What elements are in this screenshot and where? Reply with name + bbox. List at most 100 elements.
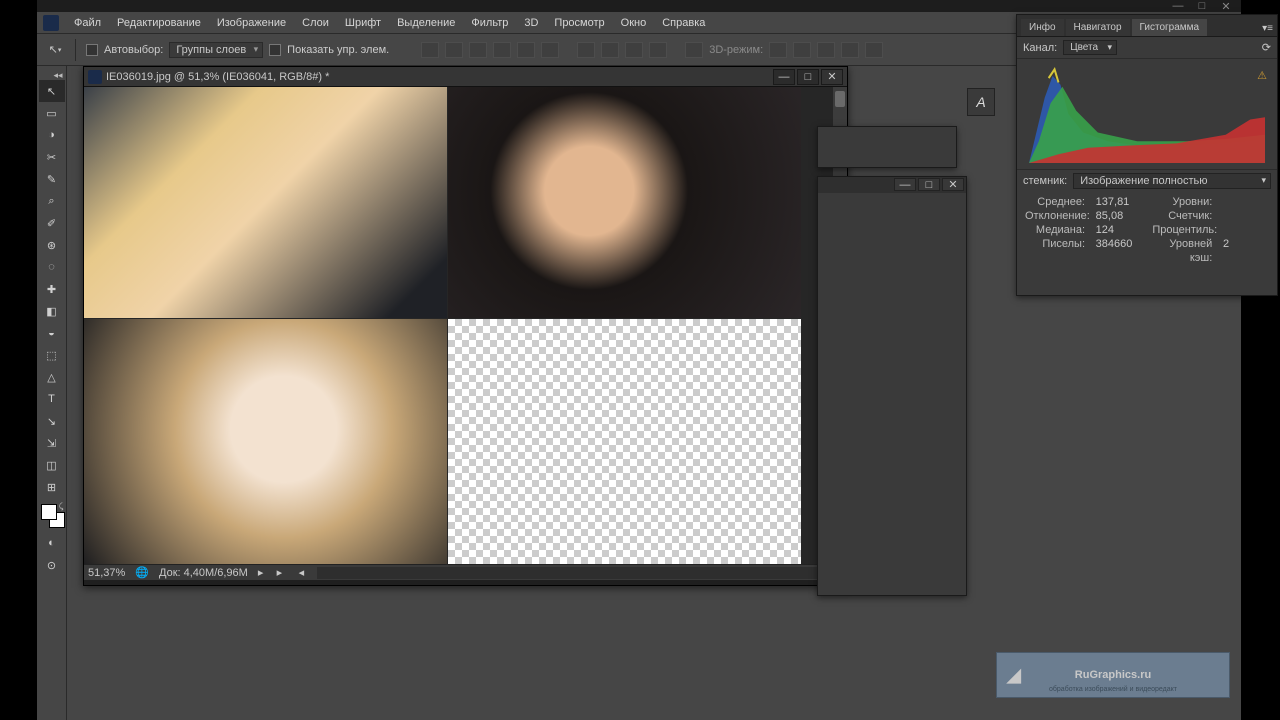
app-logo-icon xyxy=(43,15,59,31)
tool-stamp[interactable]: ⊛ xyxy=(39,234,65,256)
distribute-top-icon[interactable] xyxy=(577,42,595,58)
tool-shape[interactable]: ⇲ xyxy=(39,432,65,454)
distribute-left-icon[interactable] xyxy=(649,42,667,58)
doc-minimize-button[interactable]: — xyxy=(773,69,795,85)
tool-gradient[interactable]: ◧ xyxy=(39,300,65,322)
menu-layer[interactable]: Слои xyxy=(295,15,336,31)
tool-blur[interactable]: ◒ xyxy=(39,322,65,344)
menu-edit[interactable]: Редактирование xyxy=(110,15,208,31)
menu-filter[interactable]: Фильтр xyxy=(464,15,515,31)
tool-brush[interactable]: ✐ xyxy=(39,212,65,234)
menu-3d[interactable]: 3D xyxy=(517,15,545,31)
menu-window[interactable]: Окно xyxy=(614,15,654,31)
align-vcenter-icon[interactable] xyxy=(445,42,463,58)
show-transform-checkbox[interactable] xyxy=(269,44,281,56)
tool-heal[interactable]: ⌕ xyxy=(39,190,65,212)
panel-max-icon[interactable]: □ xyxy=(918,178,940,191)
3d-zoom-icon[interactable] xyxy=(865,42,883,58)
canvas[interactable] xyxy=(84,87,847,564)
swap-colors-icon[interactable]: ⤹ xyxy=(59,502,64,512)
document-status-bar: 51,37% 🌐 Док: 4,40M/6,96M ▸ ▸ ◂ ▸ xyxy=(84,564,847,580)
foreground-color[interactable] xyxy=(41,504,57,520)
app-maximize-button[interactable]: □ xyxy=(1195,1,1209,11)
channel-dropdown[interactable]: Цвета xyxy=(1063,40,1117,55)
tool-move[interactable]: ↖ xyxy=(39,80,65,102)
tab-histogram[interactable]: Гистограмма xyxy=(1132,19,1208,36)
tool-hand[interactable]: ◫ xyxy=(39,454,65,476)
3d-roll-icon[interactable] xyxy=(793,42,811,58)
tool-lasso[interactable]: ◑ xyxy=(39,124,65,146)
hscroll-left-icon[interactable]: ▸ xyxy=(273,566,285,579)
3d-orbit-icon[interactable] xyxy=(769,42,787,58)
tool-crop[interactable]: ✂ xyxy=(39,146,65,168)
tool-eraser[interactable]: ✚ xyxy=(39,278,65,300)
zoom-value[interactable]: 51,37% xyxy=(88,567,125,579)
menu-type[interactable]: Шрифт xyxy=(338,15,388,31)
hscroll-play-icon[interactable]: ◂ xyxy=(295,566,307,579)
image-quadrant-1 xyxy=(84,87,447,318)
tool-screenmode[interactable]: ⊙ xyxy=(39,554,65,576)
tool-zoom[interactable]: ⊞ xyxy=(39,476,65,498)
panel-min-icon[interactable]: — xyxy=(894,178,916,191)
refresh-icon[interactable]: ⟳ xyxy=(1262,41,1271,54)
menu-select[interactable]: Выделение xyxy=(390,15,462,31)
align-bottom-icon[interactable] xyxy=(469,42,487,58)
doc-close-button[interactable]: ✕ xyxy=(821,69,843,85)
distribute-vcenter-icon[interactable] xyxy=(601,42,619,58)
panel-close-icon[interactable]: ✕ xyxy=(942,178,964,191)
tool-path[interactable]: ↘ xyxy=(39,410,65,432)
3d-pan-icon[interactable] xyxy=(817,42,835,58)
image-quadrant-2 xyxy=(448,87,801,318)
doc-maximize-button[interactable]: □ xyxy=(797,69,819,85)
menu-file[interactable]: Файл xyxy=(67,15,108,31)
tool-marquee[interactable]: ▭ xyxy=(39,102,65,124)
panel-menu-icon[interactable]: ▾≡ xyxy=(1258,21,1277,36)
align-hcenter-icon[interactable] xyxy=(517,42,535,58)
auto-select-checkbox[interactable] xyxy=(86,44,98,56)
horizontal-scrollbar[interactable] xyxy=(317,567,821,579)
app-close-button[interactable]: ✕ xyxy=(1219,1,1233,11)
align-top-icon[interactable] xyxy=(421,42,439,58)
menu-image[interactable]: Изображение xyxy=(210,15,293,31)
move-tool-icon: ↖▾ xyxy=(45,40,65,60)
watermark: ◢ RuGraphics.ru обработка изображений и … xyxy=(996,652,1230,698)
image-quadrant-3 xyxy=(84,319,447,564)
tool-history-brush[interactable]: ◌ xyxy=(39,256,65,278)
character-panel-icon[interactable]: А xyxy=(972,93,990,111)
toolbox: ◂◂ ↖ ▭ ◑ ✂ ✎ ⌕ ✐ ⊛ ◌ ✚ ◧ ◒ ⬚ △ T ↘ ⇲ ◫ ⊞… xyxy=(37,66,67,720)
tool-dodge[interactable]: ⬚ xyxy=(39,344,65,366)
tab-navigator[interactable]: Навигатор xyxy=(1066,19,1130,36)
align-left-icon[interactable] xyxy=(493,42,511,58)
auto-select-label: Автовыбор: xyxy=(104,44,163,56)
collapsed-panel-strip: А xyxy=(967,88,995,116)
doc-info-icon[interactable]: 🌐 xyxy=(135,566,149,579)
tool-type[interactable]: T xyxy=(39,388,65,410)
source-dropdown[interactable]: Изображение полностью xyxy=(1073,173,1271,189)
floating-panel-small[interactable] xyxy=(817,126,957,168)
watermark-subtext: обработка изображений и видеоредакт xyxy=(1049,686,1177,693)
tool-eyedropper[interactable]: ✎ xyxy=(39,168,65,190)
color-swatch[interactable]: ⤹ xyxy=(39,502,65,532)
doc-size-value: Док: 4,40M/6,96M xyxy=(159,567,248,579)
menu-help[interactable]: Справка xyxy=(655,15,712,31)
tab-info[interactable]: Инфо xyxy=(1021,19,1064,36)
image-quadrant-empty xyxy=(448,319,801,564)
distribute-bottom-icon[interactable] xyxy=(625,42,643,58)
auto-select-dropdown[interactable]: Группы слоев xyxy=(169,42,263,58)
tool-pen[interactable]: △ xyxy=(39,366,65,388)
auto-align-icon[interactable] xyxy=(685,42,703,58)
menu-view[interactable]: Просмотр xyxy=(547,15,611,31)
tool-quickmask[interactable]: ◐ xyxy=(39,532,65,554)
3d-mode-label: 3D-режим: xyxy=(709,44,763,56)
app-minimize-button[interactable]: — xyxy=(1171,1,1185,11)
document-title: IE036019.jpg @ 51,3% (IE036041, RGB/8#) … xyxy=(106,71,329,83)
histogram-panel: Инфо Навигатор Гистограмма ▾≡ Канал: Цве… xyxy=(1016,14,1278,296)
floating-panel-tall[interactable]: — □ ✕ xyxy=(817,176,967,596)
watermark-logo-icon: ◢ xyxy=(1007,665,1021,686)
toolbox-collapse-icon[interactable]: ◂◂ xyxy=(39,70,65,80)
align-right-icon[interactable] xyxy=(541,42,559,58)
source-label: стемник: xyxy=(1023,175,1067,187)
warning-icon[interactable]: ⚠ xyxy=(1257,69,1267,82)
histogram-stats: Среднее:137,81 Уровни: Отклонение:85,08 … xyxy=(1017,191,1277,273)
3d-slide-icon[interactable] xyxy=(841,42,859,58)
